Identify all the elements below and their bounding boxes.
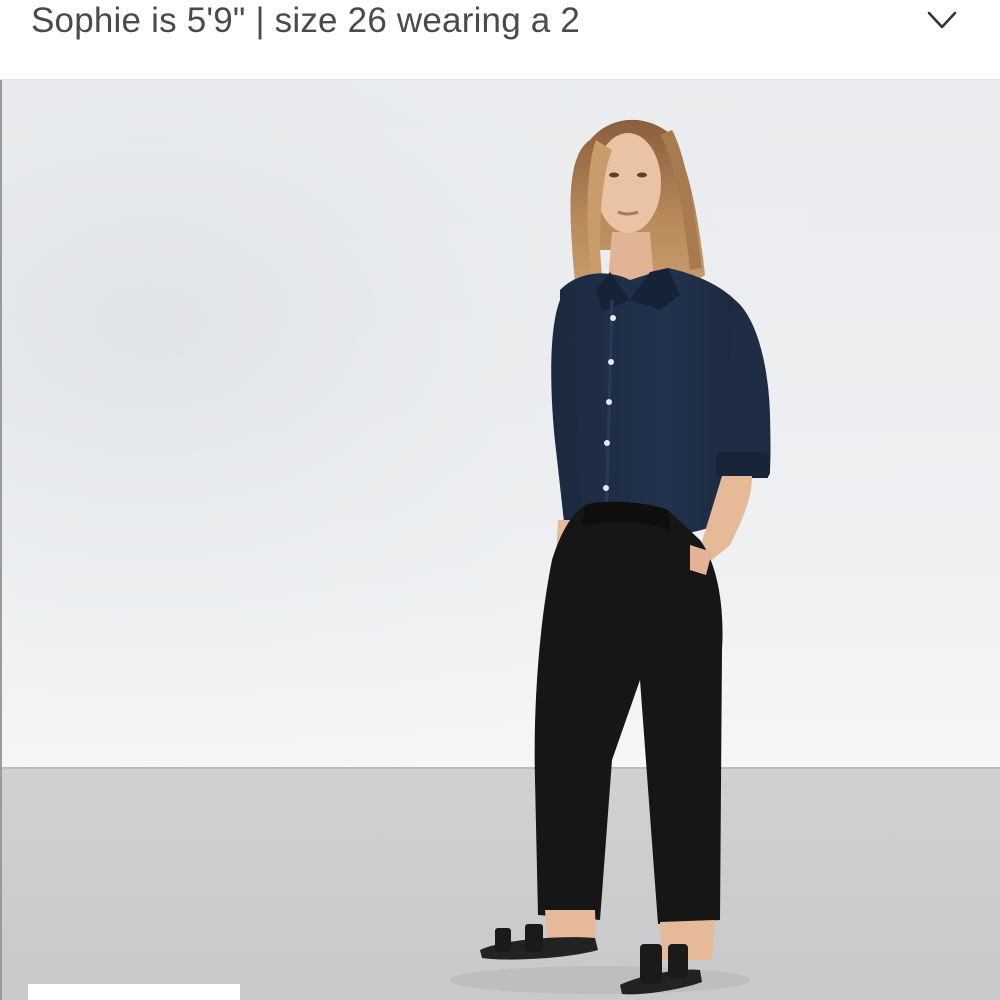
model-fit-caption: Sophie is 5'9" | size 26 wearing a 2 (31, 1, 581, 40)
product-photo[interactable] (0, 80, 1000, 1000)
bottom-overlay-tab (28, 984, 240, 1000)
chevron-down-icon[interactable] (922, 6, 962, 34)
product-fit-header[interactable]: Sophie is 5'9" | size 26 wearing a 2 (0, 0, 1000, 80)
